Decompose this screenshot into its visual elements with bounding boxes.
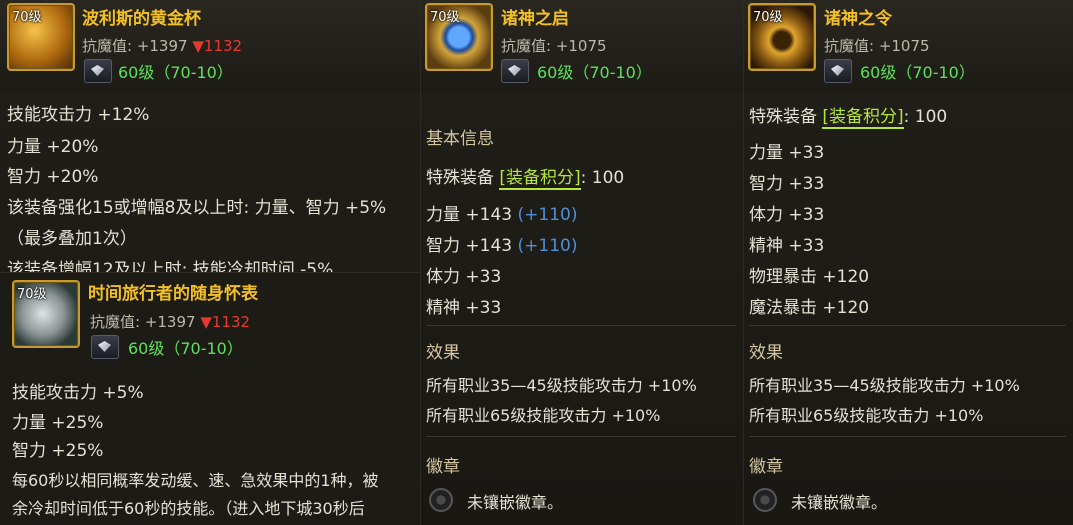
equipment-score-link[interactable]: [装备积分] — [822, 107, 904, 129]
stat-line: 每60秒以相同概率发动缓、速、急效果中的1种，被 — [12, 471, 379, 490]
divider — [749, 436, 1066, 437]
stat-bonus: (+110) — [517, 205, 578, 225]
special-equipment: 特殊装备 [装备积分]: 100 — [426, 168, 625, 190]
stat-line: 智力 +33 — [749, 174, 825, 194]
stat-line: 精神 +33 — [426, 298, 502, 318]
effect-line: 所有职业35—45级技能攻击力 +10% — [749, 376, 1020, 395]
level-requirement: 60级（70-10） — [128, 339, 243, 358]
stat-line: 体力 +33 — [426, 267, 502, 287]
stat-line: 体力 +33 — [749, 205, 825, 225]
divider — [426, 325, 736, 326]
stat-line: 智力 +143 (+110) — [426, 236, 578, 256]
magic-resist: 抗魔值: +1075 — [501, 37, 607, 55]
stat-line: 技能攻击力 +5% — [12, 383, 144, 403]
magic-resist: 抗魔值: +1397 ▼1132 — [90, 313, 251, 331]
stat-line: 智力 +20% — [7, 167, 99, 187]
sapphire-amulet-icon[interactable]: 70级 — [425, 3, 493, 71]
item-name: 诸神之启 — [501, 9, 569, 29]
item-level: 70级 — [430, 10, 460, 25]
badge-status: 未镶嵌徽章。 — [467, 493, 564, 512]
item-name: 时间旅行者的随身怀表 — [88, 284, 258, 304]
badge-status: 未镶嵌徽章。 — [791, 493, 888, 512]
grade-gem-icon — [84, 59, 112, 83]
stat-line: 该装备强化15或增幅8及以上时: 力量、智力 +5% — [7, 198, 387, 218]
stat-line: 余冷却时间低于60秒的技能。（进入地下城30秒后 — [12, 499, 365, 518]
section-badge: 徽章 — [426, 457, 460, 477]
effect-line: 所有职业65级技能攻击力 +10% — [426, 406, 661, 425]
magic-resist-decrease: ▼1132 — [200, 313, 251, 331]
grade-gem-icon — [501, 59, 529, 83]
grade-gem-icon — [824, 59, 852, 83]
badge-slot-icon[interactable] — [429, 488, 453, 512]
stat-line: （最多叠加1次） — [7, 229, 137, 249]
magic-resist: 抗魔值: +1075 — [824, 37, 930, 55]
level-requirement: 60级（70-10） — [118, 63, 233, 82]
effect-line: 所有职业35—45级技能攻击力 +10% — [426, 376, 697, 395]
section-effect: 效果 — [749, 343, 783, 363]
item-name: 波利斯的黄金杯 — [82, 9, 201, 29]
badge-slot-icon[interactable] — [753, 488, 777, 512]
level-requirement: 60级（70-10） — [537, 63, 652, 82]
stat-line: 力量 +33 — [749, 143, 825, 163]
stat-line: 精神 +33 — [749, 236, 825, 256]
stat-line: 力量 +20% — [7, 137, 99, 157]
grade-gem-icon — [91, 335, 119, 359]
section-badge: 徽章 — [749, 457, 783, 477]
item-tooltip-pocket-watch: 70级 时间旅行者的随身怀表 抗魔值: +1397 ▼1132 60级（70-1… — [0, 272, 420, 525]
item-level: 70级 — [12, 10, 42, 25]
equipment-score-link[interactable]: [装备积分] — [499, 168, 581, 190]
item-tooltip-gods-revelation: 70级 诸神之启 抗魔值: +1075 60级（70-10） 基本信息 特殊装备… — [420, 0, 744, 525]
divider — [426, 436, 736, 437]
item-name: 诸神之令 — [824, 9, 892, 29]
effect-line: 所有职业65级技能攻击力 +10% — [749, 406, 984, 425]
item-level: 70级 — [17, 287, 47, 302]
section-basic-info: 基本信息 — [426, 129, 494, 149]
stat-bonus: (+110) — [517, 236, 578, 256]
item-tooltip-golden-cup: 70级 波利斯的黄金杯 抗魔值: +1397 ▼1132 60级（70-10） … — [0, 0, 420, 525]
magic-resist-decrease: ▼1132 — [192, 37, 243, 55]
item-tooltip-gods-command: 70级 诸神之令 抗魔值: +1075 60级（70-10） 特殊装备 [装备积… — [743, 0, 1073, 525]
level-requirement: 60级（70-10） — [860, 63, 975, 82]
item-level: 70级 — [753, 10, 783, 25]
stat-line: 力量 +25% — [12, 413, 104, 433]
stat-line: 物理暴击 +120 — [749, 267, 870, 287]
magic-resist: 抗魔值: +1397 ▼1132 — [82, 37, 243, 55]
gold-ring-amulet-icon[interactable]: 70级 — [748, 3, 816, 71]
special-equipment: 特殊装备 [装备积分]: 100 — [749, 107, 948, 129]
divider — [749, 325, 1066, 326]
pocket-watch-icon[interactable]: 70级 — [12, 280, 80, 348]
stat-line: 力量 +143 (+110) — [426, 205, 578, 225]
golden-cup-icon[interactable]: 70级 — [7, 3, 75, 71]
stat-line: 魔法暴击 +120 — [749, 298, 870, 318]
section-effect: 效果 — [426, 343, 460, 363]
stat-line: 技能攻击力 +12% — [7, 105, 150, 125]
stat-line: 智力 +25% — [12, 441, 104, 461]
